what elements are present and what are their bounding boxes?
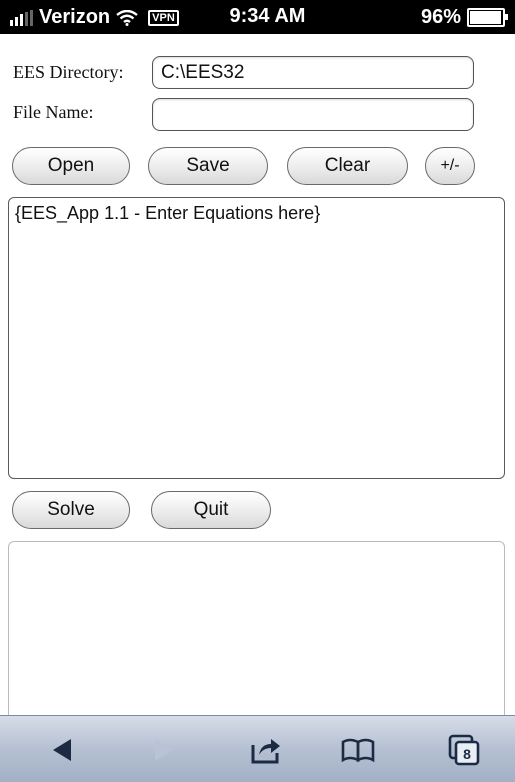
forward-button[interactable] — [144, 734, 184, 766]
equation-text: {EES_App 1.1 - Enter Equations here} — [15, 203, 321, 223]
browser-toolbar: 8 — [0, 715, 515, 782]
battery-icon — [467, 8, 508, 27]
directory-input[interactable]: C:\EES32 — [152, 56, 474, 89]
tabs-icon: 8 — [448, 734, 480, 766]
share-icon — [251, 739, 280, 764]
quit-button[interactable]: Quit — [151, 491, 271, 529]
share-button[interactable] — [246, 734, 286, 766]
clear-button[interactable]: Clear — [287, 147, 408, 185]
back-button[interactable] — [42, 734, 82, 766]
filename-input[interactable] — [152, 98, 474, 131]
filename-label: File Name: — [13, 102, 94, 122]
directory-value: C:\EES32 — [161, 61, 245, 83]
directory-label: EES Directory: — [13, 62, 124, 82]
back-icon — [53, 739, 71, 761]
solve-button[interactable]: Solve — [12, 491, 130, 529]
bookmarks-icon — [341, 738, 375, 763]
solution-output[interactable] — [8, 541, 505, 715]
forward-icon — [155, 739, 173, 761]
equation-editor[interactable]: {EES_App 1.1 - Enter Equations here} — [8, 197, 505, 479]
status-bar: Verizon VPN 9:34 AM 96% — [0, 0, 515, 34]
bookmarks-button[interactable] — [338, 734, 378, 766]
tabs-count: 8 — [463, 746, 471, 762]
open-button[interactable]: Open — [12, 147, 130, 185]
battery-percent: 96% — [420, 6, 461, 28]
tabs-button[interactable]: 8 — [444, 734, 484, 766]
plus-minus-button[interactable]: +/- — [425, 147, 475, 185]
clock-time: 9:34 AM — [229, 5, 306, 27]
save-button[interactable]: Save — [148, 147, 268, 185]
